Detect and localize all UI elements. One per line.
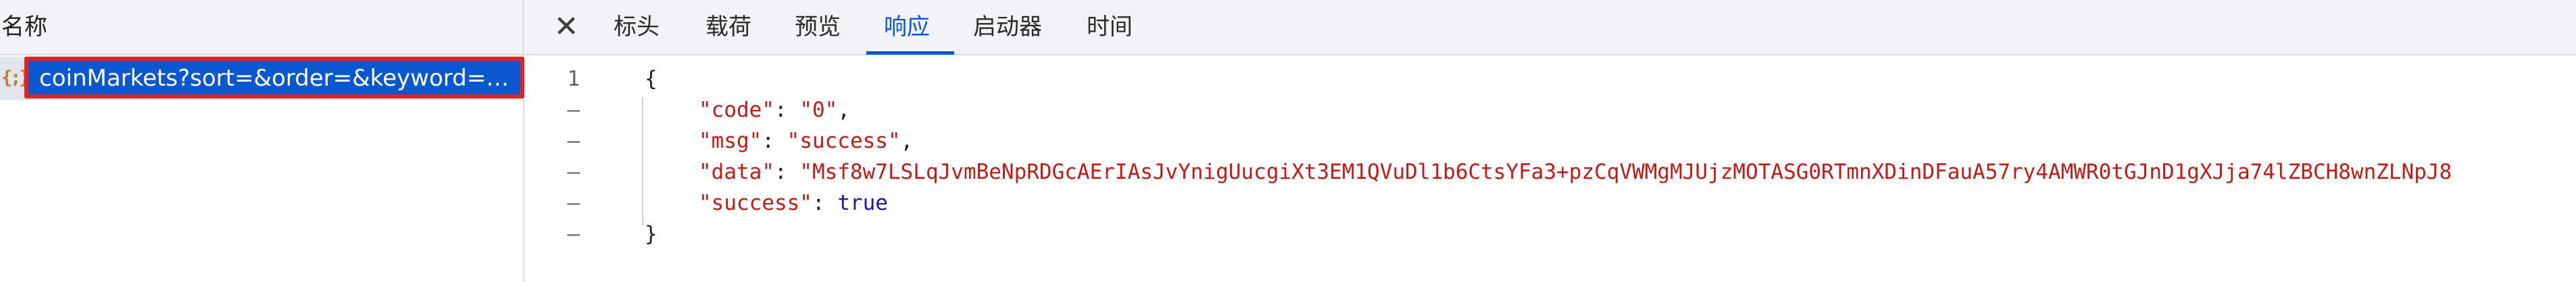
brace-open: { [645, 67, 658, 91]
code-line: "success": true [699, 191, 888, 215]
fold-marker[interactable]: – [526, 219, 593, 250]
request-name: coinMarkets?sort=&order=&keyword=&… [39, 65, 516, 92]
tab-response[interactable]: 响应 [884, 12, 930, 55]
request-list-pane: 名称 {;} coinMarkets?sort=&order=&keyword=… [0, 0, 524, 282]
request-list-header[interactable]: 名称 [0, 0, 523, 55]
json-string-value: "0" [799, 98, 838, 122]
tab-payload[interactable]: 载荷 [705, 12, 751, 55]
vertical-scrollbar[interactable] [2567, 57, 2576, 282]
tab-headers[interactable]: 标头 [614, 12, 660, 55]
tab-timing[interactable]: 时间 [1087, 12, 1133, 55]
fold-marker[interactable]: – [526, 125, 593, 157]
fold-marker[interactable]: – [526, 94, 593, 125]
json-string-value: "success" [787, 129, 901, 153]
line-number: 1 [567, 67, 580, 91]
response-viewer[interactable]: 1 – – – – – { "code": "0", "msg": "succe… [526, 57, 2576, 282]
devtools-network-panel: 名称 {;} coinMarkets?sort=&order=&keyword=… [0, 0, 2576, 282]
code-line: "code": "0", [699, 98, 850, 122]
json-key: "data" [699, 160, 774, 184]
json-string-value: "Msf8w7LSLqJvmBeNpRDGcAErIAsJvYnigUucgiX… [799, 160, 2452, 184]
name-column-header[interactable]: 名称 [1, 12, 47, 42]
json-key: "code" [699, 98, 774, 122]
code-line: "data": "Msf8w7LSLqJvmBeNpRDGcAErIAsJvYn… [699, 160, 2452, 184]
fold-marker[interactable]: – [526, 157, 593, 188]
tab-initiator[interactable]: 启动器 [973, 12, 1042, 55]
code-line: "msg": "success", [699, 129, 914, 153]
active-tab-indicator [866, 51, 954, 55]
selected-request-name-highlight[interactable]: coinMarkets?sort=&order=&keyword=&… [24, 57, 524, 98]
fold-marker[interactable]: – [526, 188, 593, 219]
code-line: { [645, 63, 658, 94]
close-icon[interactable]: ✕ [549, 9, 584, 45]
json-key: "msg" [699, 129, 762, 153]
tab-preview[interactable]: 预览 [795, 12, 841, 55]
json-boolean-value: true [837, 191, 888, 215]
line-number-gutter: 1 – – – – – [526, 57, 593, 282]
detail-tabbar: ✕ 标头 载荷 预览 响应 启动器 时间 [526, 0, 2576, 55]
indent-guide [642, 97, 643, 225]
request-row-selected[interactable]: {;} coinMarkets?sort=&order=&keyword=&… [0, 57, 524, 100]
code-line: } [645, 219, 658, 250]
brace-close: } [645, 222, 658, 246]
json-key: "success" [699, 191, 812, 215]
request-detail-pane: ✕ 标头 载荷 预览 响应 启动器 时间 1 – – – – – { "code… [526, 0, 2576, 282]
